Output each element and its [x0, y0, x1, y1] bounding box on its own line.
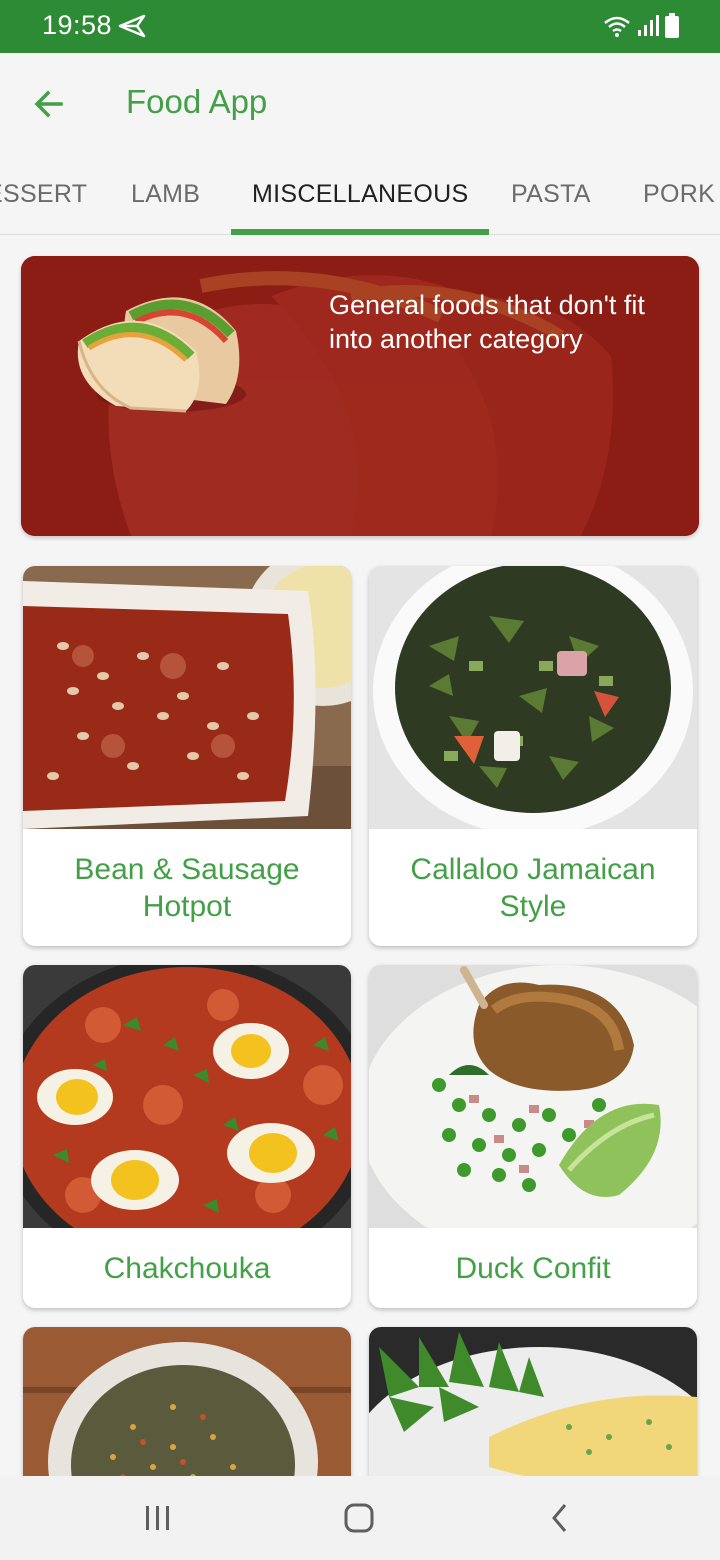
meal-image	[369, 965, 697, 1228]
meal-name: Chakchouka	[103, 1251, 271, 1285]
meal-card[interactable]: Chakchouka	[23, 965, 351, 1308]
recent-apps-icon	[146, 1506, 169, 1530]
send-icon	[118, 14, 146, 38]
home-button[interactable]	[319, 1490, 399, 1546]
app-bar: Food App	[0, 53, 720, 153]
meal-name: Callaloo Jamaican Style	[410, 852, 656, 923]
meal-image	[23, 566, 351, 829]
back-button[interactable]	[22, 77, 76, 131]
tab-label: PASTA	[511, 179, 591, 208]
meal-card[interactable]: Bean & Sausage Hotpot	[23, 566, 351, 946]
app-title: Food App	[126, 83, 268, 120]
wifi-icon	[604, 16, 630, 37]
tab-miscellaneous[interactable]: MISCELLANEOUS	[252, 153, 469, 234]
content-scroll[interactable]: General foods that don't fit into anothe…	[0, 236, 720, 1476]
meal-card[interactable]	[23, 1327, 351, 1476]
meal-card[interactable]: Duck Confit	[369, 965, 697, 1308]
tab-lamb[interactable]: LAMB	[131, 153, 201, 234]
system-nav-bar	[0, 1476, 720, 1560]
status-time: 19:58	[42, 10, 113, 40]
meal-image	[23, 1327, 351, 1476]
tab-indicator	[231, 229, 489, 235]
status-bar: 19:58	[0, 0, 720, 53]
meal-name: Duck Confit	[455, 1251, 611, 1285]
battery-icon	[665, 13, 679, 38]
tab-dessert[interactable]: ESSERT	[0, 153, 88, 234]
tab-label: PORK	[643, 179, 716, 208]
meal-image	[23, 965, 351, 1228]
tab-label: ESSERT	[0, 179, 88, 208]
tab-pasta[interactable]: PASTA	[511, 153, 591, 234]
category-banner: General foods that don't fit into anothe…	[21, 256, 699, 536]
tab-pork[interactable]: PORK	[643, 153, 716, 234]
meal-card[interactable]: Callaloo Jamaican Style	[369, 566, 697, 946]
home-icon	[344, 1503, 374, 1533]
back-icon	[552, 1504, 567, 1532]
meal-name: Bean & Sausage Hotpot	[74, 852, 300, 923]
recent-apps-button[interactable]	[118, 1490, 198, 1546]
meal-card[interactable]	[369, 1327, 697, 1476]
tab-label: LAMB	[131, 179, 201, 208]
nav-back-button[interactable]	[520, 1490, 600, 1546]
tab-label: MISCELLANEOUS	[252, 179, 469, 208]
status-icons	[602, 12, 680, 40]
signal-icon	[638, 15, 659, 36]
meal-image	[369, 1327, 697, 1476]
category-tabs: ESSERT LAMB MISCELLANEOUS PASTA PORK	[0, 153, 720, 235]
meal-image	[369, 566, 697, 829]
arrow-back-icon	[34, 90, 63, 118]
banner-description: General foods that don't fit into anothe…	[329, 290, 645, 354]
